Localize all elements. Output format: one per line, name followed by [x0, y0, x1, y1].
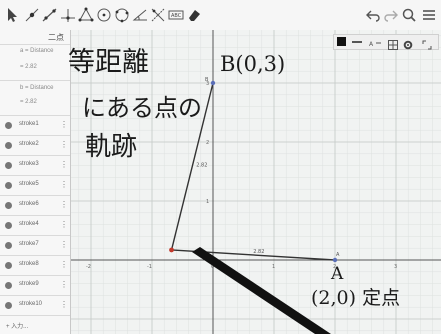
stroke-label: stroke2 — [19, 141, 39, 147]
grid-icon[interactable] — [388, 37, 398, 50]
stroke-label: stroke8 — [19, 261, 39, 267]
item-menu-icon[interactable]: ⋮ — [60, 160, 68, 169]
visibility-toggle-icon[interactable] — [5, 302, 12, 309]
item-menu-icon[interactable]: ⋮ — [60, 280, 68, 289]
handwritten-title-line3: 軌跡 — [85, 132, 138, 162]
stroke-label: stroke9 — [19, 281, 39, 287]
handwritten-point-a-letter: A — [331, 264, 344, 284]
algebra-stroke-item[interactable]: stroke3 ⋮ — [0, 155, 70, 176]
algebra-stroke-item[interactable]: stroke2 ⋮ — [0, 135, 70, 156]
stroke-label: stroke3 — [19, 161, 39, 167]
stroke-label: stroke7 — [19, 241, 39, 247]
entry-a-label: a = Distance — [20, 48, 54, 54]
segment-pb-label: 2.82 — [196, 162, 207, 168]
point-a[interactable] — [332, 257, 338, 263]
svg-text:A: A — [369, 41, 374, 48]
x-tick-label: 1 — [272, 264, 275, 270]
undo-icon[interactable] — [365, 7, 381, 23]
toolbar: ABC — [0, 0, 441, 31]
entry-b-label: b = Distance — [20, 85, 54, 91]
item-menu-icon[interactable]: ⋮ — [60, 260, 68, 269]
point-icon[interactable] — [23, 6, 41, 24]
handwritten-title-line2: にある点の — [82, 94, 202, 122]
algebra-stroke-item[interactable]: stroke5 ⋮ — [0, 175, 70, 196]
segment-pa-label: 2.82 — [253, 249, 264, 255]
circle-three-points-icon[interactable] — [113, 6, 131, 24]
label-style-icon[interactable]: A — [368, 36, 382, 48]
x-tick-label: 3 — [394, 264, 397, 270]
line-icon[interactable] — [41, 6, 59, 24]
algebra-stroke-item[interactable]: stroke8 ⋮ — [0, 255, 70, 276]
item-menu-icon[interactable]: ⋮ — [60, 120, 68, 129]
algebra-entry-b[interactable]: b = Distance = 2.82 — [0, 81, 70, 116]
redo-icon[interactable] — [383, 7, 399, 23]
circle-icon[interactable] — [95, 6, 113, 24]
x-tick-label: -1 — [147, 264, 152, 270]
stroke-label: stroke6 — [19, 201, 39, 207]
item-menu-icon[interactable]: ⋮ — [60, 300, 68, 309]
style-bar: A — [333, 34, 439, 50]
algebra-stroke-item[interactable]: stroke7 ⋮ — [0, 235, 70, 256]
visibility-toggle-icon[interactable] — [5, 262, 12, 269]
svg-text:ABC: ABC — [171, 13, 182, 19]
y-tick-label: 1 — [206, 199, 209, 205]
visibility-toggle-icon[interactable] — [5, 142, 12, 149]
item-menu-icon[interactable]: ⋮ — [60, 200, 68, 209]
algebra-view: 二点 a = Distance = 2.82 b = Distance = 2.… — [0, 30, 71, 334]
handwritten-point-a-coords: (2,0) 定点 — [311, 287, 401, 309]
algebra-input-row[interactable]: + 入力... — [0, 315, 70, 334]
visibility-toggle-icon[interactable] — [5, 242, 12, 249]
color-swatch-icon[interactable] — [337, 37, 346, 46]
expand-icon[interactable] — [422, 37, 432, 50]
eraser-icon[interactable] — [185, 6, 203, 24]
algebra-header: 二点 — [0, 30, 70, 45]
reflect-icon[interactable] — [149, 6, 167, 24]
item-menu-icon[interactable]: ⋮ — [60, 240, 68, 249]
visibility-toggle-icon[interactable] — [5, 222, 12, 229]
algebra-stroke-item[interactable]: stroke6 ⋮ — [0, 195, 70, 216]
point-p[interactable] — [169, 247, 174, 253]
stroke-label: stroke4 — [19, 221, 39, 227]
slider-icon[interactable]: ABC — [167, 6, 185, 24]
visibility-toggle-icon[interactable] — [5, 122, 12, 129]
algebra-header-label: 二点 — [48, 33, 64, 42]
line-style-icon[interactable] — [352, 41, 362, 43]
handwritten-point-b: B(0,3) — [220, 52, 286, 76]
visibility-toggle-icon[interactable] — [5, 282, 12, 289]
stroke-label: stroke10 — [19, 301, 43, 307]
visibility-toggle-icon[interactable] — [5, 202, 12, 209]
entry-a-value: = 2.82 — [20, 64, 37, 70]
angle-icon[interactable] — [131, 6, 149, 24]
visibility-toggle-icon[interactable] — [5, 182, 12, 189]
move-icon[interactable] — [4, 6, 22, 24]
algebra-stroke-item[interactable]: stroke4 ⋮ — [0, 215, 70, 236]
geogebra-app: ABC 二点 a = Distance = 2.82 b = Distance … — [0, 0, 441, 334]
entry-b-value: = 2.82 — [20, 99, 37, 105]
settings-icon[interactable] — [403, 37, 413, 50]
y-tick-label: 2 — [206, 140, 209, 146]
stroke-label: stroke1 — [19, 121, 39, 127]
visibility-toggle-icon[interactable] — [5, 162, 12, 169]
polygon-icon[interactable] — [77, 6, 95, 24]
perpendicular-icon[interactable] — [59, 6, 77, 24]
algebra-stroke-item[interactable]: stroke10 ⋮ — [0, 295, 70, 316]
search-icon[interactable] — [401, 7, 417, 23]
algebra-stroke-item[interactable]: stroke9 ⋮ — [0, 275, 70, 296]
stroke-label: stroke5 — [19, 181, 39, 187]
algebra-entry-a[interactable]: a = Distance = 2.82 — [0, 44, 70, 81]
menu-icon[interactable] — [421, 7, 437, 23]
item-menu-icon[interactable]: ⋮ — [60, 140, 68, 149]
item-menu-icon[interactable]: ⋮ — [60, 180, 68, 189]
handwritten-title-line1: 等距離 — [68, 47, 149, 78]
point-a-label: A — [336, 252, 340, 258]
algebra-stroke-item[interactable]: stroke1 ⋮ — [0, 115, 70, 136]
point-b[interactable] — [210, 80, 216, 86]
x-tick-label: -2 — [86, 264, 91, 270]
point-b-label: B — [205, 77, 209, 83]
item-menu-icon[interactable]: ⋮ — [60, 220, 68, 229]
algebra-input-label: + 入力... — [6, 324, 29, 330]
